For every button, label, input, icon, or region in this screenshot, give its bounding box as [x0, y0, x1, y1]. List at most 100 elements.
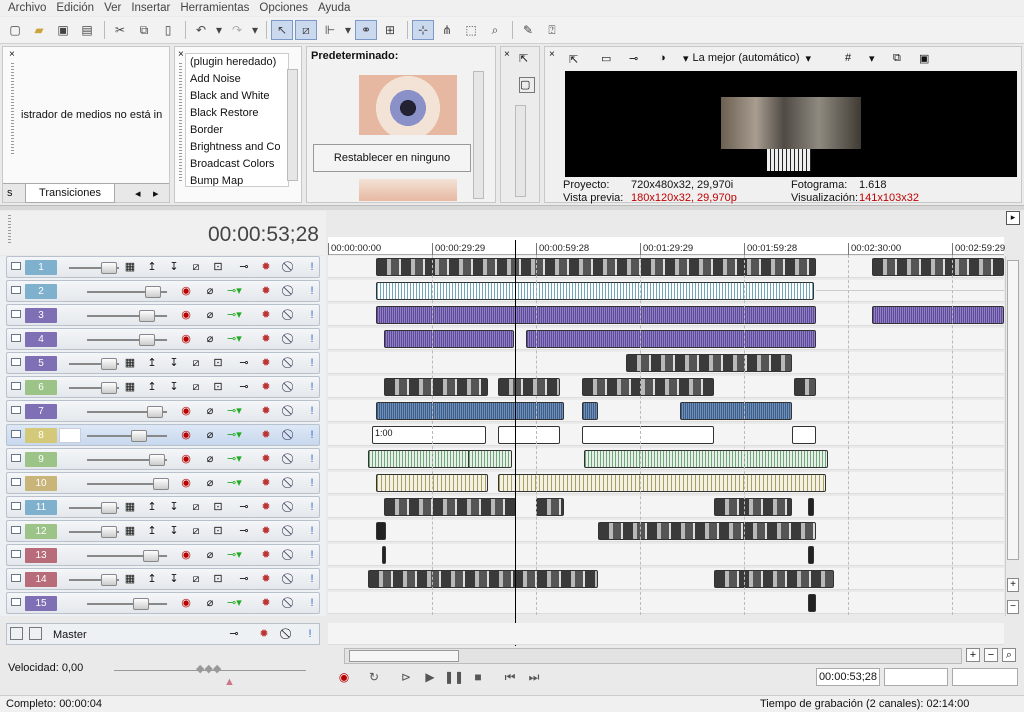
video-clip[interactable] — [626, 354, 792, 372]
track-motion-icon[interactable]: ⧄ — [189, 356, 203, 371]
auto-crossfade-icon[interactable]: ⚭ — [355, 20, 377, 40]
scroll-thumb[interactable] — [1007, 260, 1019, 560]
solo-icon[interactable]: ! — [305, 428, 319, 443]
invert-phase-icon[interactable]: ⌀ — [203, 332, 217, 347]
solo-icon[interactable]: ! — [305, 260, 319, 275]
parent-icon[interactable]: ↥ — [145, 356, 159, 371]
ripple-edit-icon[interactable]: ⊞ — [379, 20, 401, 40]
track-lane[interactable] — [328, 520, 1004, 542]
solo-icon[interactable]: ! — [305, 524, 319, 539]
fx-icon[interactable]: ⊸▾ — [227, 308, 242, 323]
minimize-icon[interactable] — [11, 550, 21, 558]
properties-icon[interactable]: ▤ — [76, 20, 98, 40]
slider-knob[interactable] — [133, 598, 149, 610]
list-item[interactable]: Broadcast Colors — [186, 156, 288, 173]
parent-icon[interactable]: ↥ — [145, 260, 159, 275]
mute-icon[interactable]: ⃠ — [283, 452, 297, 467]
track-motion-icon[interactable]: ⧄ — [189, 380, 203, 395]
save-snapshot-icon[interactable]: ▣ — [919, 52, 929, 65]
lock-envelopes-icon[interactable]: ⊹ — [412, 20, 434, 40]
redo-dropdown-icon[interactable]: ▾ — [250, 20, 260, 40]
slider-knob[interactable] — [139, 334, 155, 346]
track-header[interactable]: 15 ◉ ⌀ ⊸▾ ✹ ⃠ ! — [6, 592, 320, 614]
arm-record-icon[interactable]: ◉ — [179, 284, 193, 299]
minimize-icon[interactable] — [11, 598, 21, 606]
timeline-ruler[interactable]: 00:00:00:00 00:00:29:29 00:00:59:28 00:0… — [328, 237, 1005, 255]
slider-knob[interactable] — [101, 526, 117, 538]
burn-disc-icon[interactable]: ✎ — [517, 20, 539, 40]
fx-icon[interactable]: ⊸ — [237, 572, 251, 587]
loop-button[interactable]: ↻ — [364, 668, 384, 686]
zoom-out-icon[interactable]: − — [984, 648, 998, 662]
minimize-icon[interactable] — [11, 526, 21, 534]
mute-icon[interactable]: ⃠ — [283, 260, 297, 275]
preview-fx-icon[interactable]: ⊸ — [629, 52, 638, 65]
master-icon[interactable] — [29, 627, 42, 640]
solo-icon[interactable]: ! — [305, 500, 319, 515]
video-clip[interactable] — [376, 522, 386, 540]
track-header[interactable]: 3 ◉ ⌀ ⊸▾ ✹ ⃠ ! — [6, 304, 320, 326]
fx-icon[interactable]: ⊸▾ — [227, 476, 242, 491]
video-clip[interactable] — [498, 378, 560, 396]
master-bus[interactable]: Master ⊸ ✹ ⃠ ! — [6, 623, 320, 645]
compositing-icon[interactable]: ▦ — [123, 380, 137, 395]
minimize-icon[interactable] — [11, 430, 21, 438]
gear-icon[interactable]: ✹ — [259, 380, 273, 395]
gear-icon[interactable]: ✹ — [259, 524, 273, 539]
panel-scrollbar[interactable] — [515, 105, 526, 197]
normal-edit-tool-icon[interactable]: ↖ — [271, 20, 293, 40]
close-icon[interactable]: × — [9, 49, 15, 60]
slider-knob[interactable] — [101, 502, 117, 514]
close-icon[interactable]: × — [504, 49, 510, 60]
copy-icon[interactable]: ⧉ — [133, 20, 155, 40]
scroll-thumb[interactable] — [349, 650, 459, 662]
list-scrollbar[interactable] — [287, 69, 298, 181]
audio-clip[interactable] — [498, 474, 826, 492]
mute-icon[interactable]: ⃠ — [283, 428, 297, 443]
close-icon[interactable]: × — [549, 49, 555, 60]
child-icon[interactable]: ↧ — [167, 380, 181, 395]
list-item[interactable]: Add Noise — [186, 71, 288, 88]
parent-icon[interactable]: ↥ — [145, 500, 159, 515]
menu-ayuda[interactable]: Ayuda — [318, 2, 350, 14]
quality-dropdown[interactable]: ▾ La mejor (automático) ▾ — [683, 52, 811, 65]
track-lane[interactable] — [328, 376, 1004, 398]
gear-icon[interactable]: ✹ — [259, 404, 273, 419]
track-header[interactable]: 14 ▦ ↥ ↧ ⧄ ⊡ ⊸ ✹ ⃠ ! — [6, 568, 320, 590]
child-icon[interactable]: ↧ — [167, 356, 181, 371]
fx-icon[interactable]: ⊸▾ — [227, 548, 242, 563]
undo-dropdown-icon[interactable]: ▾ — [214, 20, 224, 40]
parent-icon[interactable]: ↥ — [145, 524, 159, 539]
arm-record-icon[interactable]: ◉ — [179, 428, 193, 443]
list-item[interactable]: Bump Map — [186, 173, 288, 186]
track-lane[interactable] — [328, 280, 1004, 302]
minimize-icon[interactable] — [11, 406, 21, 414]
new-file-icon[interactable]: ▢ — [4, 20, 26, 40]
child-icon[interactable]: ↧ — [167, 572, 181, 587]
gear-icon[interactable]: ✹ — [259, 332, 273, 347]
invert-phase-icon[interactable]: ⌀ — [203, 308, 217, 323]
level-slider[interactable] — [87, 339, 167, 341]
solo-icon[interactable]: ! — [305, 596, 319, 611]
copy-snapshot-icon[interactable]: ⧉ — [893, 52, 901, 65]
list-item[interactable]: Black Restore — [186, 105, 288, 122]
play-from-start-button[interactable]: ⊳ — [396, 668, 416, 686]
zoom-tool-icon[interactable]: ⌕ — [484, 20, 506, 40]
gear-icon[interactable]: ✹ — [257, 627, 271, 642]
fx-icon[interactable]: ⊸ — [237, 260, 251, 275]
rate-slider-knob[interactable]: ▲ — [224, 676, 235, 688]
gear-icon[interactable]: ✹ — [259, 356, 273, 371]
video-clip[interactable] — [714, 498, 792, 516]
mute-icon[interactable]: ⃠ — [283, 332, 297, 347]
slider-knob[interactable] — [149, 454, 165, 466]
video-clip[interactable] — [368, 570, 598, 588]
solo-icon[interactable]: ! — [305, 356, 319, 371]
gear-icon[interactable]: ✹ — [259, 260, 273, 275]
audio-clip[interactable] — [468, 450, 512, 468]
save-icon[interactable]: ▣ — [52, 20, 74, 40]
master-icon[interactable] — [10, 627, 23, 640]
cursor-icon[interactable]: ⇱ — [519, 52, 528, 65]
track-motion-icon[interactable]: ⧄ — [189, 524, 203, 539]
fx-icon[interactable]: ⊸ — [237, 500, 251, 515]
mute-icon[interactable]: ⃠ — [283, 380, 297, 395]
